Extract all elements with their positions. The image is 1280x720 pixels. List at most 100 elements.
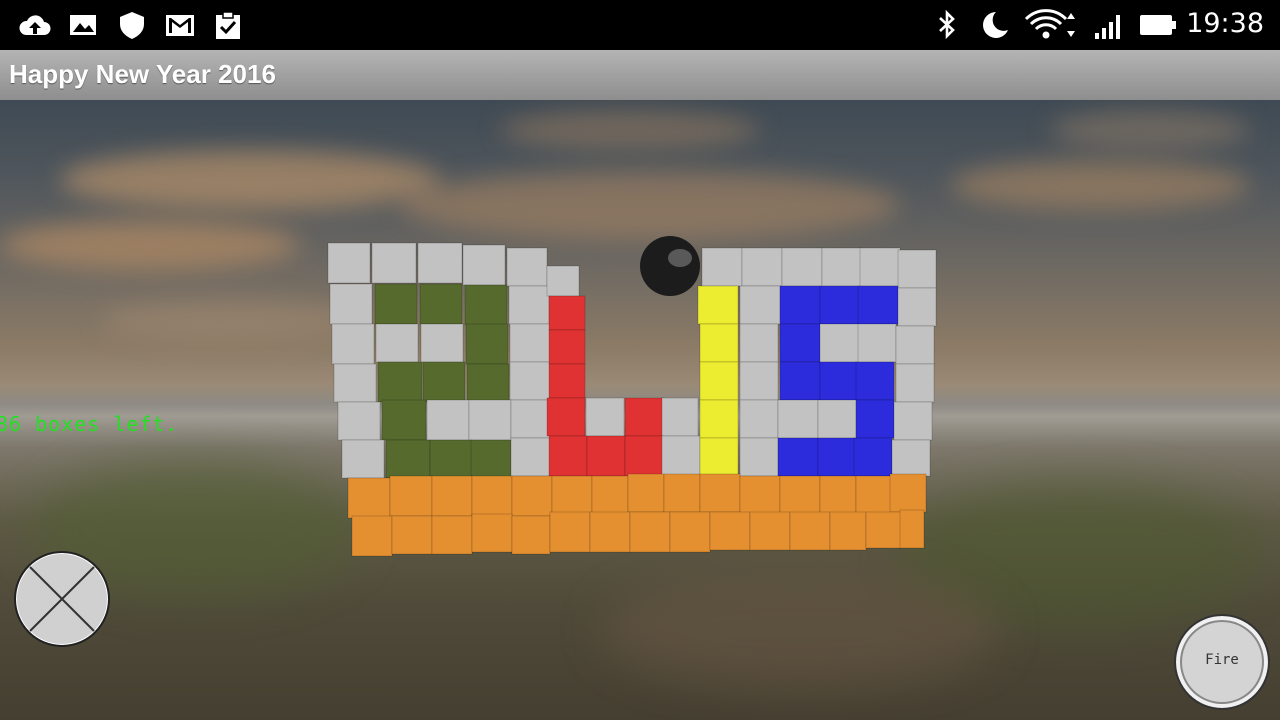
wall-box (821, 247, 863, 287)
wall-box (709, 511, 751, 551)
bluetooth-icon (939, 9, 955, 40)
wall-box (857, 323, 897, 363)
wall-box (420, 323, 464, 363)
fire-button[interactable]: Fire (1174, 614, 1270, 710)
wall-box (462, 244, 506, 286)
clipboard-check-icon (216, 11, 240, 39)
wall-box (817, 437, 857, 477)
wall-box (749, 511, 791, 551)
wall-box (779, 475, 821, 515)
wall-box (699, 323, 739, 363)
wall-box (817, 399, 857, 439)
wall-box (419, 283, 463, 325)
cannon-ball (640, 236, 700, 296)
shield-icon (120, 12, 144, 39)
wall-box (777, 437, 819, 477)
wall-box (391, 515, 433, 555)
wall-box (661, 435, 701, 477)
wall-box (779, 361, 821, 401)
image-icon (70, 15, 96, 35)
wall-box (548, 329, 586, 365)
wall-box (629, 511, 671, 553)
wall-box (510, 437, 552, 477)
wall-box (426, 399, 470, 441)
wall-box (327, 242, 371, 284)
wall-box (377, 361, 423, 403)
wall-box (669, 511, 711, 553)
wall-box (331, 323, 375, 365)
wall-box (624, 435, 664, 477)
wall-box (899, 509, 925, 549)
wall-box (739, 323, 779, 363)
battery-icon (1140, 15, 1176, 35)
wall-box (739, 399, 779, 439)
wall-box (891, 439, 931, 477)
wall-box (739, 285, 781, 325)
wall-box (699, 361, 739, 401)
wall-box (551, 475, 593, 515)
wall-box (511, 475, 553, 517)
wall-box (819, 361, 859, 401)
wall-box (699, 399, 739, 439)
wall-box (548, 295, 586, 331)
wall-box (895, 325, 935, 365)
wall-box (509, 361, 551, 401)
wall-box (591, 475, 629, 515)
wall-box (329, 283, 373, 325)
wall-box (819, 285, 861, 325)
wall-box (510, 399, 552, 439)
wall-box (893, 401, 933, 441)
wall-box (470, 439, 512, 479)
wall-box (351, 515, 393, 557)
wall-box (661, 397, 699, 437)
wall-box (855, 399, 895, 439)
wall-box (739, 437, 779, 477)
wall-box (853, 437, 893, 477)
wall-box (465, 323, 509, 365)
wall-box (789, 511, 831, 551)
wall-box (546, 265, 580, 297)
wall-box (897, 249, 937, 289)
wall-box (819, 475, 857, 515)
app-title: Happy New Year 2016 (9, 59, 276, 89)
gmail-icon (166, 15, 194, 36)
cannon-ball-highlight (668, 249, 692, 267)
do-not-disturb-moon-icon (983, 12, 1008, 38)
wall-box (855, 475, 893, 515)
wall-box (333, 363, 377, 403)
wall-box (381, 399, 427, 441)
wall-box (829, 511, 867, 551)
wall-box (739, 475, 781, 515)
wall-box (385, 439, 431, 479)
wall-box (779, 323, 821, 363)
wall-box (471, 513, 513, 553)
wall-box (857, 285, 899, 325)
wall-box (741, 247, 783, 287)
wall-box (739, 361, 779, 401)
wall-box (585, 397, 625, 437)
wall-box (511, 515, 551, 555)
clock-time: 19:38 (1186, 8, 1264, 39)
wall-box (779, 285, 821, 325)
wall-box (897, 287, 937, 327)
wall-box (546, 397, 586, 437)
wall-box (347, 477, 391, 519)
wall-box (889, 473, 927, 513)
wall-box (375, 323, 419, 363)
wall-box (859, 247, 901, 287)
virtual-joystick[interactable] (14, 551, 110, 647)
wall-box (548, 435, 588, 477)
wall-box (417, 242, 463, 284)
wall-box (663, 473, 701, 513)
wall-box (337, 401, 381, 441)
status-bar: 19:38 (0, 0, 1280, 50)
wall-box (506, 247, 548, 287)
wall-box (624, 397, 664, 437)
wall-box (627, 473, 665, 513)
game-viewport[interactable]: 86 boxes left. Fire (0, 100, 1280, 720)
wall-box (819, 323, 861, 363)
wall-box (589, 511, 631, 553)
wall-box (508, 285, 550, 325)
cloud-upload-icon (19, 15, 51, 35)
wall-box (777, 399, 819, 439)
